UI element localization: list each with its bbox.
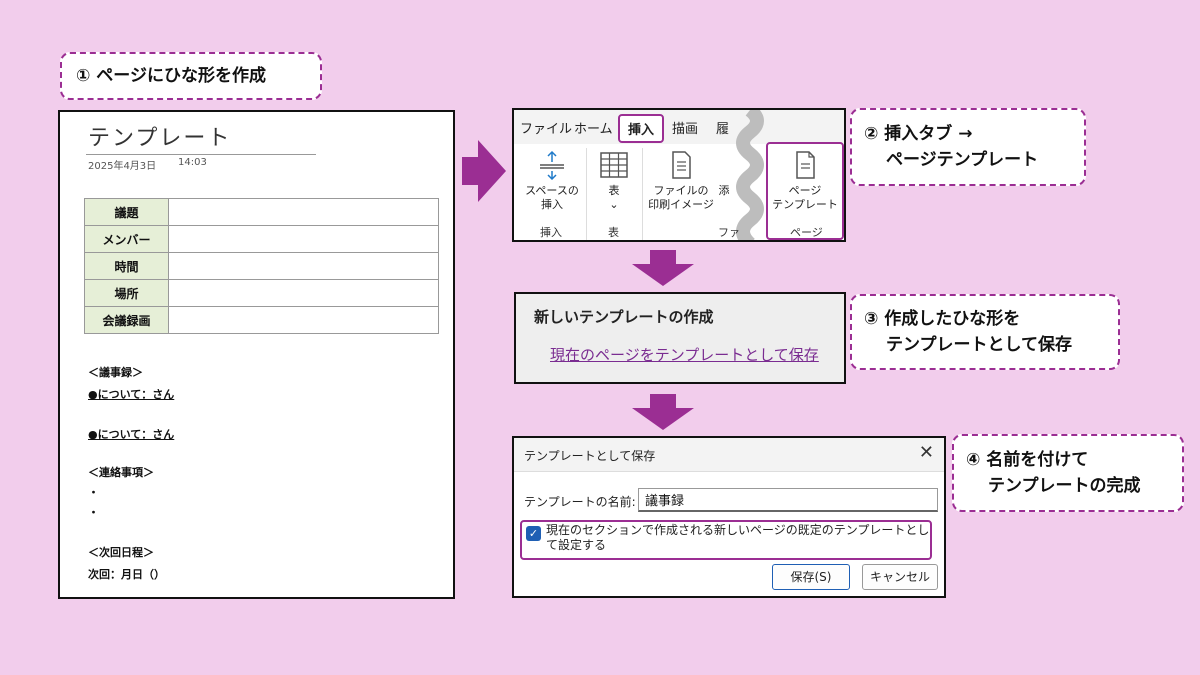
insert-space-button[interactable]: スペースの 挿入 — [524, 150, 580, 212]
arrow-down-icon — [632, 250, 694, 288]
table-row: 場所 — [84, 279, 439, 307]
callout-line: テンプレートの完成 — [988, 476, 1141, 496]
note-minutes-heading: ＜議事録＞ — [88, 366, 143, 379]
insert-ribbon: ファイル ホーム 挿入 描画 履 スペースの 挿入 表 ⌄ ファイルの 印刷イメ… — [512, 108, 846, 242]
tab-insert[interactable]: 挿入 — [618, 114, 665, 143]
table-key: 場所 — [84, 279, 169, 307]
note-contact-heading: ＜連絡事項＞ — [88, 466, 154, 479]
cancel-button[interactable]: キャンセル — [862, 564, 938, 590]
template-name-input[interactable] — [638, 488, 938, 512]
save-button[interactable]: 保存(S) — [772, 564, 850, 590]
table-value-cell[interactable] — [168, 198, 439, 226]
file-printout-label: ファイルの 印刷イメージ — [648, 184, 714, 211]
save-as-template-dialog: テンプレートとして保存 ✕ テンプレートの名前: ✓ 現在のセクションで作成され… — [512, 436, 946, 598]
ribbon-separator — [642, 148, 643, 240]
note-topic-1: ●について：さん — [88, 388, 175, 401]
callout-line: ページテンプレート — [886, 150, 1039, 170]
table-row: メンバー — [84, 225, 439, 253]
table-row: 議題 — [84, 198, 439, 226]
table-value-cell[interactable] — [168, 279, 439, 307]
insert-space-label: スペースの 挿入 — [525, 184, 579, 211]
page-date: 2025年4月3日 — [88, 161, 157, 172]
group-label-insert: 挿入 — [540, 226, 562, 239]
template-name-label: テンプレートの名前: — [524, 495, 636, 509]
attach-label: 添 — [718, 184, 730, 197]
default-template-checkbox[interactable]: ✓ — [526, 526, 541, 541]
tab-home[interactable]: ホーム — [574, 118, 613, 137]
table-key: 会議録画 — [84, 306, 169, 334]
dialog-title: テンプレートとして保存 — [524, 449, 656, 463]
table-key: 時間 — [84, 252, 169, 280]
ribbon-tab-bar: ファイル ホーム 挿入 描画 履 — [514, 110, 844, 144]
page-time: 14:03 — [178, 157, 207, 168]
table-icon — [600, 152, 628, 178]
note-bullet-2: ・ — [88, 506, 99, 519]
default-template-checkbox-label: 現在のセクションで作成される新しいページの既定のテンプレートとして設定する — [546, 523, 930, 552]
table-key: 議題 — [84, 198, 169, 226]
callout-line: ② 挿入タブ → — [864, 124, 973, 144]
step4-callout: ④ 名前を付けて テンプレートの完成 — [952, 434, 1184, 512]
callout-line: ③ 作成したひな形を — [864, 309, 1021, 329]
table-value-cell[interactable] — [168, 252, 439, 280]
cut-wave-decoration — [736, 110, 764, 240]
callout-line: ④ 名前を付けて — [966, 450, 1089, 470]
panel-title: 新しいテンプレートの作成 — [534, 308, 714, 326]
tab-history[interactable]: 履 — [716, 118, 729, 137]
title-underline — [86, 154, 316, 155]
printout-icon — [672, 151, 691, 179]
group-label-table: 表 — [608, 226, 619, 239]
dialog-titlebar: テンプレートとして保存 ✕ — [514, 438, 944, 472]
chevron-down-icon: ⌄ — [609, 198, 619, 211]
file-printout-button[interactable]: ファイルの 印刷イメージ — [648, 150, 714, 212]
table-label: 表 — [608, 184, 620, 197]
group-label-page: ページ — [790, 226, 823, 239]
note-next-heading: ＜次回日程＞ — [88, 546, 154, 559]
ribbon-separator — [586, 148, 587, 240]
save-page-as-template-link[interactable]: 現在のページをテンプレートとして保存 — [550, 344, 819, 365]
arrow-down-icon — [632, 394, 694, 432]
step2-callout: ② 挿入タブ → ページテンプレート — [850, 108, 1086, 186]
table-row: 時間 — [84, 252, 439, 280]
table-key: メンバー — [84, 225, 169, 253]
note-next-date: 次回：月日（） — [88, 568, 165, 581]
meeting-info-table: 議題 メンバー 時間 場所 会議録画 — [84, 198, 439, 334]
callout-line: テンプレートとして保存 — [886, 335, 1072, 355]
tab-file[interactable]: ファイル — [520, 118, 572, 137]
close-icon[interactable]: ✕ — [919, 442, 934, 463]
step1-callout: ① ページにひな形を作成 — [60, 52, 322, 100]
new-template-panel: 新しいテンプレートの作成 現在のページをテンプレートとして保存 — [514, 292, 846, 384]
table-value-cell[interactable] — [168, 225, 439, 253]
page-document: テンプレート 2025年4月3日 14:03 議題 メンバー 時間 場所 会議録… — [58, 110, 455, 599]
note-bullet-1: ・ — [88, 486, 99, 499]
step3-callout: ③ 作成したひな形を テンプレートとして保存 — [850, 294, 1120, 370]
tab-draw[interactable]: 描画 — [672, 118, 698, 137]
table-value-cell[interactable] — [168, 306, 439, 334]
page-title: テンプレート — [88, 126, 232, 151]
insert-space-icon — [540, 150, 564, 180]
group-label-file: ファ — [718, 226, 740, 239]
table-row: 会議録画 — [84, 306, 439, 334]
note-topic-2: ●について：さん — [88, 428, 175, 441]
table-button[interactable]: 表 ⌄ — [594, 150, 634, 212]
